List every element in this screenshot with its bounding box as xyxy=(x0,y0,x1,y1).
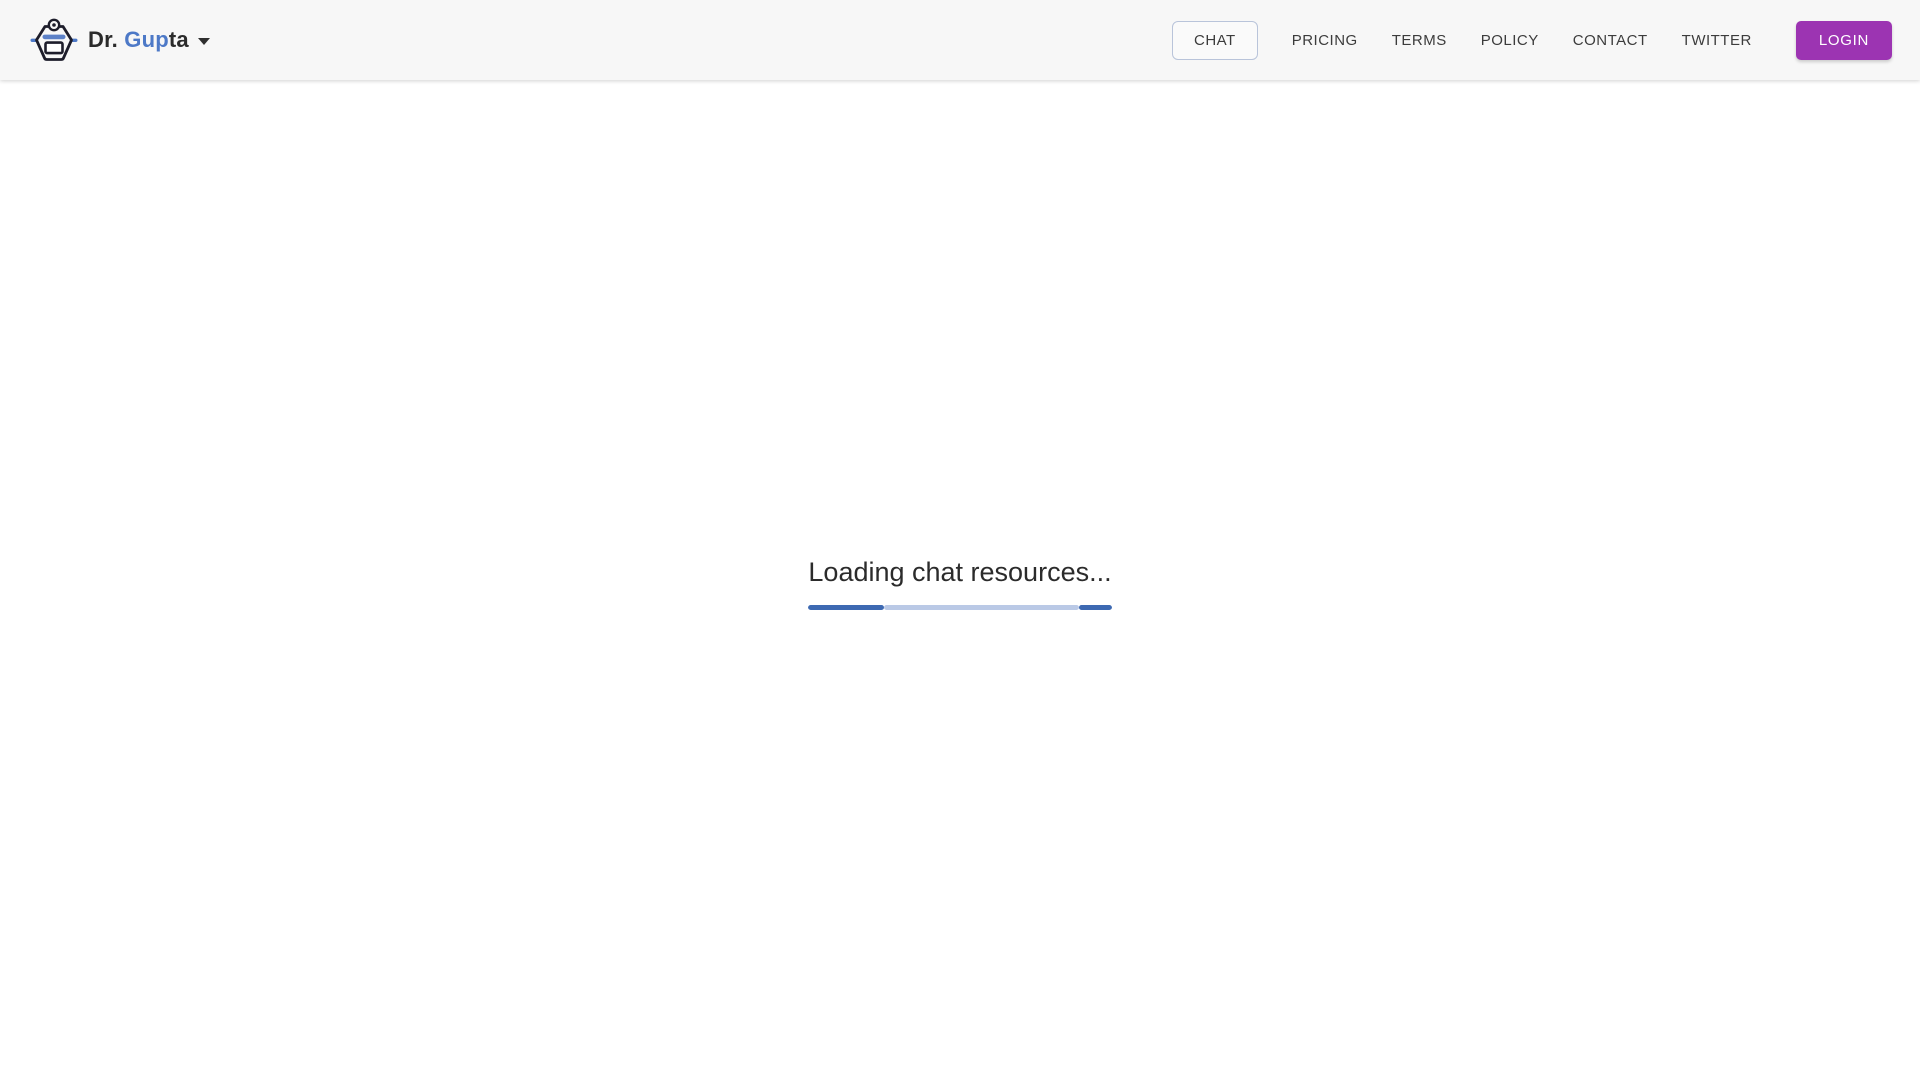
nav-tab-chat[interactable]: CHAT xyxy=(1171,20,1258,60)
progress-primary-segment xyxy=(808,604,884,610)
app-header: Dr. Gupta CHAT PRICING TERMS POLICY CONT… xyxy=(0,0,1920,80)
brand-name-highlight: Gup xyxy=(124,27,169,52)
brand-name-prefix: Dr. xyxy=(88,27,125,52)
loading-text: Loading chat resources... xyxy=(808,556,1112,587)
nav-tab-pricing[interactable]: PRICING xyxy=(1292,32,1358,49)
main-nav: CHAT PRICING TERMS POLICY CONTACT TWITTE… xyxy=(1171,20,1892,60)
robot-doctor-icon xyxy=(30,18,78,61)
nav-tab-terms[interactable]: TERMS xyxy=(1392,32,1447,49)
caret-down-icon xyxy=(197,38,210,45)
progress-bar xyxy=(808,604,1112,610)
login-button[interactable]: LOGIN xyxy=(1795,20,1892,60)
brand-name-suffix: ta xyxy=(168,27,189,52)
brand-name: Dr. Gupta xyxy=(88,27,189,53)
nav-tab-contact[interactable]: CONTACT xyxy=(1573,32,1648,49)
main-content: Loading chat resources... xyxy=(0,80,1920,1080)
brand-logo[interactable]: Dr. Gupta xyxy=(30,17,210,63)
nav-tab-policy[interactable]: POLICY xyxy=(1481,32,1539,49)
progress-tail-segment xyxy=(1079,604,1112,610)
nav-tab-twitter[interactable]: TWITTER xyxy=(1682,32,1752,49)
loading-indicator: Loading chat resources... xyxy=(808,556,1112,610)
progress-buffer-segment xyxy=(883,604,1080,610)
